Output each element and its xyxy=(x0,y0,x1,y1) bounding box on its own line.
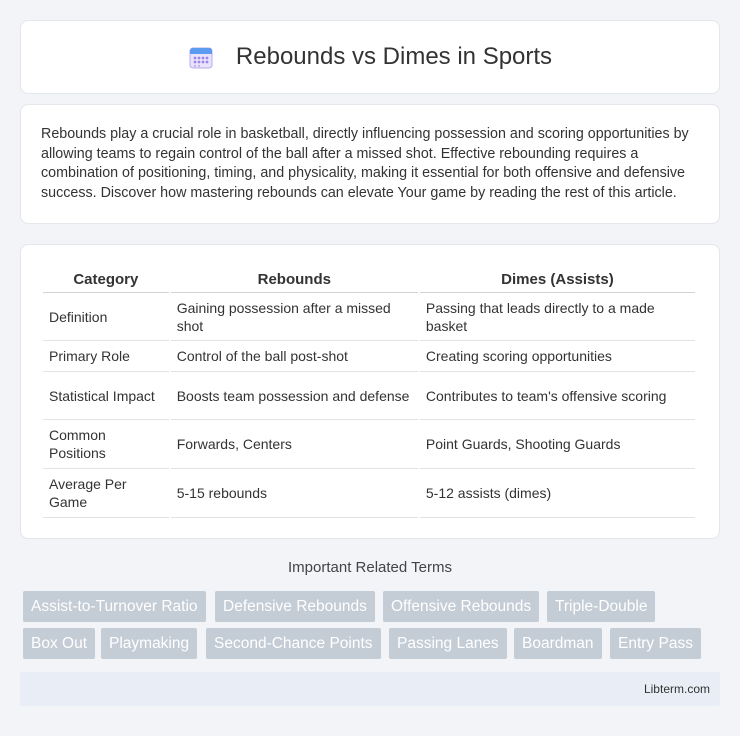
footer-site-link[interactable]: Libterm.com xyxy=(644,682,710,696)
table-cell: Creating scoring opportunities xyxy=(419,341,695,372)
table-row: Definition Gaining possession after a mi… xyxy=(43,293,695,341)
table-row: Common Positions Forwards, Centers Point… xyxy=(43,420,695,469)
table-cell: Statistical Impact xyxy=(43,372,169,420)
table-row: Primary Role Control of the ball post-sh… xyxy=(43,341,695,372)
table-cell: Primary Role xyxy=(43,341,169,372)
tag-defensive-rebounds[interactable]: Defensive Rebounds xyxy=(215,591,375,622)
tag-second-chance-points[interactable]: Second-Chance Points xyxy=(206,628,381,659)
comparison-table-card: Category Rebounds Dimes (Assists) Defini… xyxy=(20,244,720,539)
table-cell: Contributes to team's offensive scoring xyxy=(419,372,695,420)
table-cell: Common Positions xyxy=(43,420,169,469)
tag-triple-double[interactable]: Triple-Double xyxy=(547,591,656,622)
comparison-table: Category Rebounds Dimes (Assists) Defini… xyxy=(41,265,697,518)
column-header-rebounds: Rebounds xyxy=(170,265,418,293)
table-cell: Definition xyxy=(43,293,169,341)
page-title: Rebounds vs Dimes in Sports xyxy=(235,43,553,70)
tag-passing-lanes[interactable]: Passing Lanes xyxy=(389,628,507,659)
column-header-dimes: Dimes (Assists) xyxy=(419,265,695,293)
table-cell: Forwards, Centers xyxy=(170,420,418,469)
table-cell: Gaining possession after a missed shot xyxy=(170,293,418,341)
table-header-row: Category Rebounds Dimes (Assists) xyxy=(43,265,695,293)
footer: Libterm.com xyxy=(20,672,720,706)
tag-entry-pass[interactable]: Entry Pass xyxy=(610,628,701,659)
table-cell: Average Per Game xyxy=(43,469,169,518)
tag-boardman[interactable]: Boardman xyxy=(514,628,602,659)
table-row: Average Per Game 5-15 rebounds 5-12 assi… xyxy=(43,469,695,518)
table-cell: Boosts team possession and defense xyxy=(170,372,418,420)
header-card: Rebounds vs Dimes in Sports xyxy=(20,20,720,94)
tag-assist-to-turnover-ratio[interactable]: Assist-to-Turnover Ratio xyxy=(23,591,206,622)
related-terms-title: Important Related Terms xyxy=(288,559,452,576)
calendar-icon xyxy=(188,44,214,70)
tag-offensive-rebounds[interactable]: Offensive Rebounds xyxy=(383,591,540,622)
table-cell: Passing that leads directly to a made ba… xyxy=(419,293,695,341)
tag-playmaking[interactable]: Playmaking xyxy=(101,628,198,659)
intro-card: Rebounds play a crucial role in basketba… xyxy=(20,104,720,224)
tag-box-out[interactable]: Box Out xyxy=(23,628,95,659)
table-cell: Control of the ball post-shot xyxy=(170,341,418,372)
table-cell: Point Guards, Shooting Guards xyxy=(419,420,695,469)
table-cell: 5-12 assists (dimes) xyxy=(419,469,695,518)
column-header-category: Category xyxy=(43,265,169,293)
table-row: Statistical Impact Boosts team possessio… xyxy=(43,372,695,420)
intro-text: Rebounds play a crucial role in basketba… xyxy=(41,126,689,201)
table-cell: 5-15 rebounds xyxy=(170,469,418,518)
